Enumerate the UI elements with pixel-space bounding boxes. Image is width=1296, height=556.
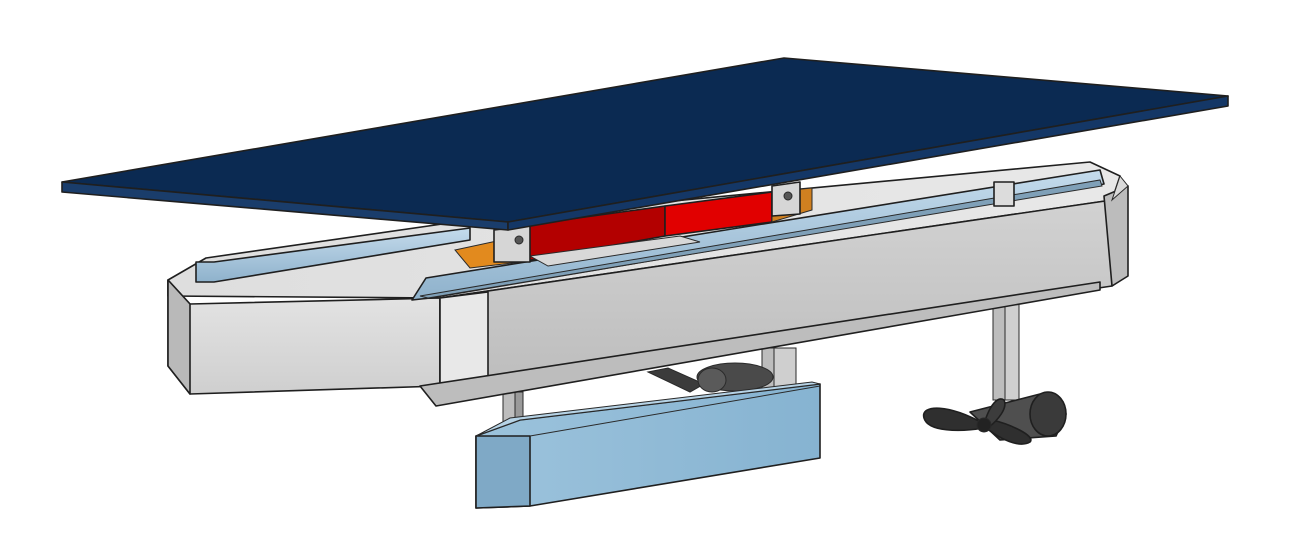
motor-pod	[646, 362, 774, 393]
cad-render-svg	[61, 57, 1229, 509]
keel-float	[475, 381, 821, 509]
cad-render-scene	[0, 0, 1296, 556]
